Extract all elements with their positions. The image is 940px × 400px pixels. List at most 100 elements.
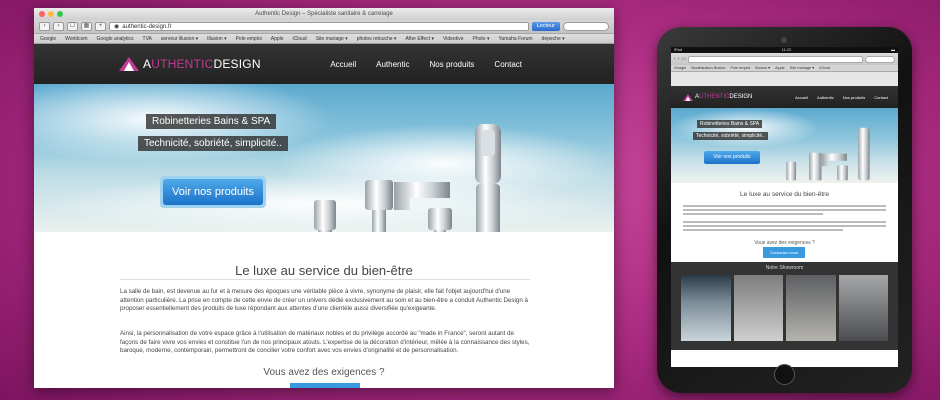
nav-accueil[interactable]: Accueil (330, 60, 356, 69)
home-button[interactable] (774, 364, 795, 385)
site-header: AUTHENTICDESIGN Accueil Authentic Nos pr… (34, 44, 614, 84)
showroom-photo[interactable] (786, 275, 836, 341)
bookmark-item[interactable]: Google (674, 65, 686, 71)
main-content: Le luxe au service du bien-être La salle… (34, 232, 614, 388)
hero-banner: Robinetteries Bains & SPA Technicité, so… (34, 84, 614, 232)
ipad-section-heading: Le luxe au service du bien-être (740, 191, 829, 198)
section-heading: Le luxe au service du bien-être (235, 263, 413, 278)
ipad-view-products-button[interactable]: Voir nos produits (704, 151, 760, 164)
nav-authentic[interactable]: Authentic (376, 60, 409, 69)
bookmark-item[interactable]: Pole emploi (236, 36, 262, 42)
bookmark-item[interactable]: After Effect ▾ (405, 36, 434, 42)
ipad-hero-tagline-2: Technicité, sobriété, simplicité.. (693, 132, 768, 140)
ipad-main-content: Le luxe au service du bien-être Vous ave… (671, 183, 898, 262)
bookmark-item[interactable]: Site mariage ▾ (790, 65, 814, 71)
battery-icon: ▬ (890, 47, 895, 52)
reader-button[interactable]: Lecteur (531, 22, 560, 31)
logo-text: AUTHENTICDESIGN (143, 57, 261, 71)
bookmark-item[interactable]: Illusion ▾ (755, 65, 770, 71)
bookmark-item[interactable]: Apple (775, 65, 785, 71)
forward-icon[interactable]: › (678, 56, 680, 62)
nav-accueil[interactable]: Accueil (795, 95, 808, 100)
showroom-photo[interactable] (838, 275, 888, 341)
nav-nos-produits[interactable]: Nos produits (430, 60, 475, 69)
camera-icon (781, 37, 787, 43)
ipad-site-header: AUTHENTICDESIGN Accueil Authentic Nos pr… (671, 86, 898, 108)
logo-triangle-icon (119, 57, 139, 71)
nav-nos-produits[interactable]: Nos produits (843, 95, 865, 100)
bookmark-item[interactable]: iCloud (293, 36, 307, 42)
site-logo[interactable]: AUTHENTICDESIGN (119, 57, 261, 71)
search-input[interactable] (563, 22, 609, 31)
nav-contact[interactable]: Contact (494, 60, 522, 69)
browser-window: Authentic Design – Spécialiste sanitaire… (34, 8, 614, 388)
window-title: Authentic Design – Spécialiste sanitaire… (255, 11, 393, 17)
bookmark-item[interactable]: iCloud (819, 65, 830, 71)
bookmark-item[interactable]: Site mariage ▾ (316, 36, 348, 42)
ipad-search-input[interactable] (865, 55, 895, 63)
showroom-photo[interactable] (733, 275, 783, 341)
ipad-requirements-heading: Vous avez des exigences ? (754, 240, 815, 246)
ipad-page-gap (671, 72, 898, 86)
intro-paragraph-2: Ainsi, la personnalisation de votre espa… (120, 330, 530, 355)
text-line (683, 221, 886, 223)
bookmarks-icon[interactable]: ▭ (681, 56, 686, 62)
add-icon[interactable]: + (95, 22, 106, 31)
showroom-heading: Notre Showroom (765, 265, 804, 271)
ipad-hero-banner: Robinetteries Bains & SPA Technicité, so… (671, 108, 898, 183)
view-products-button[interactable]: Voir nos produits (160, 176, 266, 208)
bookmark-item[interactable]: Worldcom (65, 36, 87, 42)
top-sites-icon[interactable]: ▦ (81, 22, 92, 31)
forward-icon[interactable]: › (53, 22, 64, 31)
address-bar[interactable]: ◉ authentic-design.fr (109, 22, 529, 31)
showroom-photo[interactable] (681, 275, 731, 341)
bookmark-item[interactable]: Modélisation Illusion (691, 65, 725, 71)
ipad-url-input[interactable] (688, 55, 863, 63)
contact-button[interactable] (290, 383, 360, 388)
address-text: authentic-design.fr (122, 24, 172, 30)
heading-divider (120, 279, 530, 280)
bookmark-item[interactable]: Videotive (443, 36, 463, 42)
back-icon[interactable]: ‹ (674, 56, 676, 62)
ipad-site-logo[interactable]: AUTHENTICDESIGN (683, 93, 752, 101)
text-line (683, 209, 886, 211)
bookmarks-bar: Google Worldcom Google analytics TVA serveur… (34, 34, 614, 44)
main-nav: Accueil Authentic Nos produits Contact (330, 60, 614, 69)
back-icon[interactable]: ‹ (39, 22, 50, 31)
ipad-device: iPad 11:22 ▬ ‹ › ▭ Google Modélisation Il… (657, 27, 912, 393)
intro-paragraph-1: La salle de bain, est devenue au fur et … (120, 288, 528, 313)
bookmark-item[interactable]: serveur illusion ▾ (161, 36, 198, 42)
bookmark-item[interactable]: depeche ▾ (542, 36, 565, 42)
text-line (683, 229, 843, 231)
bookmark-item[interactable]: Pole emploi (730, 65, 750, 71)
bookmark-item[interactable]: TVA (143, 36, 152, 42)
bookmark-item[interactable]: Yamaha Forum (498, 36, 532, 42)
hero-tagline-1: Robinetteries Bains & SPA (146, 114, 277, 129)
ipad-contact-button[interactable]: Contactez nous (763, 247, 805, 258)
text-line (683, 205, 886, 207)
requirements-heading: Vous avez des exigences ? (263, 367, 385, 378)
bookmark-item[interactable]: Photo ▾ (472, 36, 489, 42)
faucet-product-image (786, 127, 870, 181)
logo-triangle-icon (683, 93, 693, 101)
ipad-showroom: Notre Showroom (671, 262, 898, 350)
bookmark-item[interactable]: Google analytics (97, 36, 134, 42)
browser-toolbar: ‹ › ☐ ▦ + ◉ authentic-design.fr Lecteur (34, 20, 614, 34)
hero-tagline-2: Technicité, sobriété, simplicité.. (138, 136, 288, 151)
ipad-main-nav: Accueil Authentic Nos produits Contact (795, 95, 898, 100)
globe-icon: ◉ (114, 24, 120, 30)
bookmark-item[interactable]: Google (40, 36, 56, 42)
faucet-product-image (314, 124, 501, 232)
title-bar: Authentic Design – Spécialiste sanitaire… (34, 8, 614, 20)
nav-contact[interactable]: Contact (874, 95, 888, 100)
showroom-gallery (681, 275, 888, 341)
ipad-screen: iPad 11:22 ▬ ‹ › ▭ Google Modélisation Il… (671, 47, 898, 367)
bookmark-item[interactable]: photos retouche ▾ (357, 36, 397, 42)
ipad-address-bar: ‹ › ▭ (671, 53, 898, 65)
ipad-bookmarks-bar: Google Modélisation Illusion Pole emploi Il… (671, 65, 898, 72)
text-line (683, 225, 886, 227)
bookmark-item[interactable]: Apple (271, 36, 284, 42)
nav-authentic[interactable]: Authentic (817, 95, 834, 100)
reading-list-icon[interactable]: ☐ (67, 22, 78, 31)
bookmark-item[interactable]: Illusion ▾ (207, 36, 226, 42)
